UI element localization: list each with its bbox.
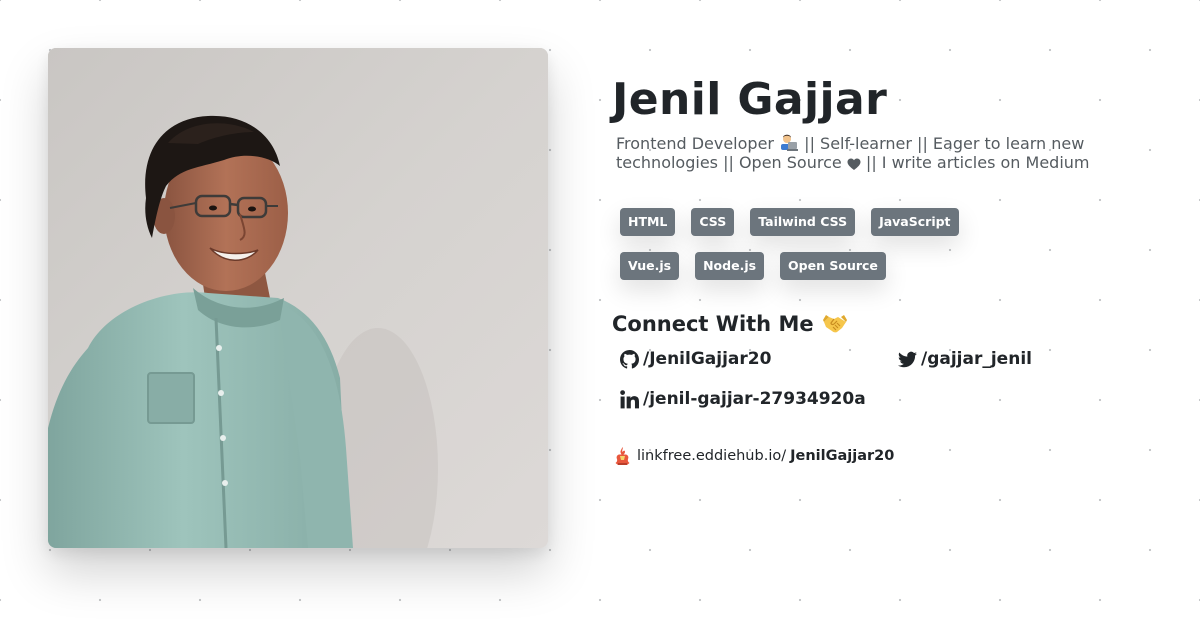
skill-badge-javascript: JavaScript — [871, 208, 959, 236]
profile-name: Jenil Gajjar — [612, 74, 888, 125]
skill-badge-open-source: Open Source — [780, 252, 886, 280]
skill-badge-nodejs: Node.js — [695, 252, 765, 280]
twitter-handle: /gajjar_jenil — [921, 349, 1032, 369]
technologist-emoji-icon — [781, 134, 799, 151]
profile-card: Jenil Gajjar Frontend Developer || Self-… — [0, 0, 1200, 627]
linkedin-icon — [620, 389, 639, 408]
skill-badge-css: CSS — [691, 208, 735, 236]
linkfree-link[interactable]: linkfree.eddiehub.io/ JenilGajjar20 — [614, 446, 1152, 466]
skill-badge-tailwind-css: Tailwind CSS — [750, 208, 856, 236]
linkedin-handle: /jenil-gajjar-27934920a — [643, 389, 866, 409]
linkfree-base-url: linkfree.eddiehub.io/ — [637, 448, 787, 464]
github-icon — [620, 349, 639, 369]
connect-heading: Connect With Me — [612, 310, 1152, 338]
skill-badge-vuejs: Vue.js — [620, 252, 680, 280]
profile-info: Jenil Gajjar Frontend Developer || Self-… — [612, 72, 1152, 466]
bio-part-1: Frontend Developer — [616, 134, 774, 153]
linkedin-link[interactable]: /jenil-gajjar-27934920a — [620, 388, 898, 410]
profile-photo — [48, 48, 548, 548]
heart-icon — [847, 158, 861, 170]
profile-bio: Frontend Developer || Self-learner || Ea… — [616, 134, 1116, 172]
github-handle: /JenilGajjar20 — [643, 349, 772, 369]
linkfree-username: JenilGajjar20 — [790, 448, 895, 464]
linkfree-logo-icon — [615, 447, 630, 465]
handshake-icon — [822, 315, 847, 333]
bio-part-3: || I write articles on Medium — [865, 153, 1090, 172]
twitter-link[interactable]: /gajjar_jenil — [898, 348, 1158, 370]
github-link[interactable]: /JenilGajjar20 — [620, 348, 898, 370]
skill-badge-html: HTML — [620, 208, 676, 236]
skills-list: HTML CSS Tailwind CSS JavaScript Vue.js … — [620, 208, 980, 280]
twitter-icon — [898, 351, 917, 367]
connect-heading-text: Connect With Me — [612, 312, 814, 336]
social-links: /JenilGajjar20 /gajjar_jenil /jenil-gajj… — [620, 348, 1152, 410]
